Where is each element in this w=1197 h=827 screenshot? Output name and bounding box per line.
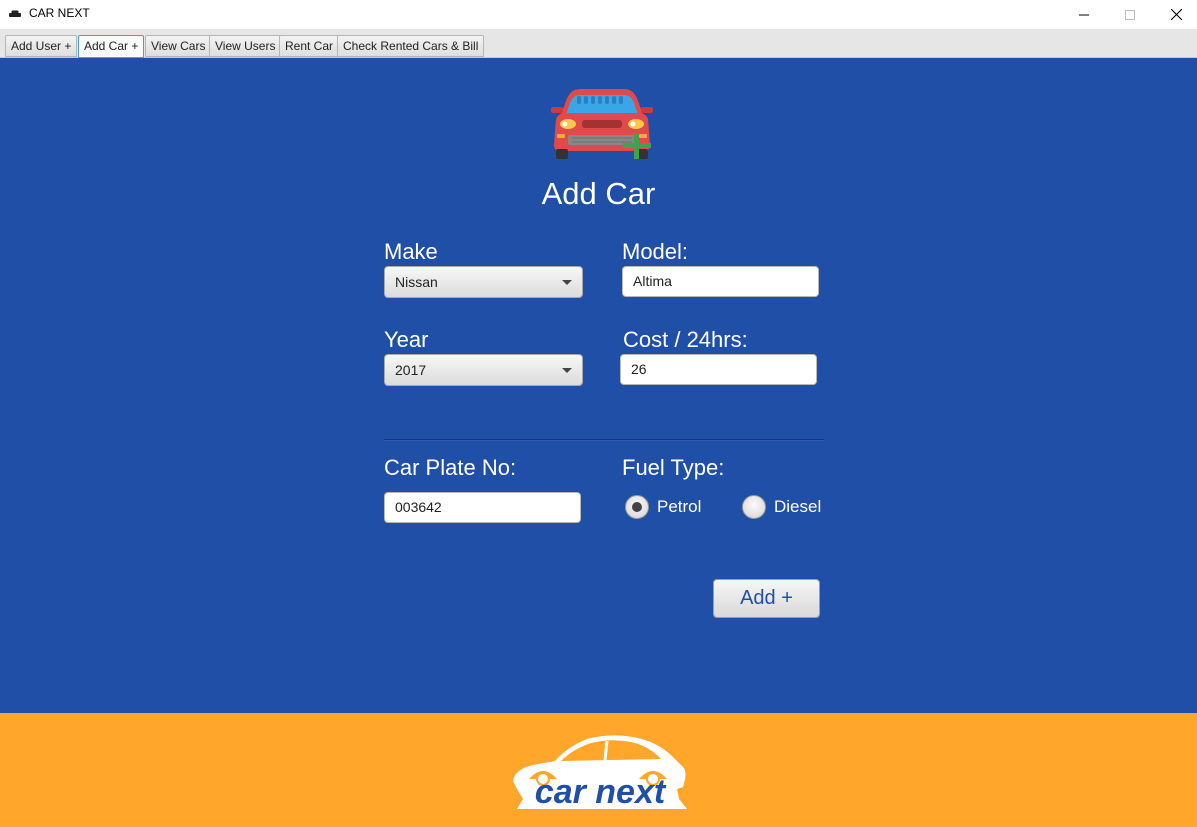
radio-selected-dot	[632, 502, 642, 512]
maximize-button[interactable]	[1107, 0, 1153, 29]
add-car-panel: Add Car Make Nissan Model: Altima Year 2…	[0, 58, 1197, 713]
chevron-down-icon	[562, 368, 572, 373]
diesel-label[interactable]: Diesel	[774, 497, 821, 517]
tab-check-rented-cars[interactable]: Check Rented Cars & Bill	[337, 35, 485, 57]
maximize-icon	[1125, 9, 1135, 20]
tab-add-user[interactable]: Add User +	[5, 35, 78, 57]
add-button[interactable]: Add +	[713, 579, 820, 618]
plate-field[interactable]: 003642	[384, 492, 581, 523]
make-value: Nissan	[395, 274, 438, 290]
tab-rent-car[interactable]: Rent Car	[279, 35, 340, 57]
tab-view-cars[interactable]: View Cars	[145, 35, 212, 57]
page-title: Add Car	[541, 176, 656, 211]
car-icon	[9, 10, 21, 17]
tab-strip: Add User + Add Car + View Cars View User…	[0, 29, 1197, 58]
fuel-type-label: Fuel Type:	[622, 455, 725, 480]
footer-banner: car next	[0, 713, 1197, 827]
cost-label: Cost / 24hrs:	[623, 327, 748, 352]
close-button[interactable]	[1153, 0, 1197, 29]
title-bar: CAR NEXT	[0, 0, 1197, 29]
cost-field[interactable]: 26	[620, 354, 817, 385]
year-dropdown[interactable]: 2017	[384, 354, 583, 386]
close-icon	[1170, 9, 1182, 20]
diesel-radio[interactable]	[742, 495, 766, 519]
petrol-radio[interactable]	[625, 495, 649, 519]
petrol-label[interactable]: Petrol	[657, 497, 701, 517]
model-label: Model:	[622, 239, 689, 264]
tab-view-users[interactable]: View Users	[209, 35, 282, 57]
window-title: CAR NEXT	[29, 6, 90, 20]
year-value: 2017	[395, 362, 427, 378]
make-dropdown[interactable]: Nissan	[384, 266, 583, 298]
make-label: Make	[384, 239, 438, 264]
year-label: Year	[384, 327, 429, 352]
minimize-button[interactable]	[1061, 0, 1107, 29]
tab-add-car[interactable]: Add Car +	[78, 35, 145, 58]
logo-text: car next	[535, 773, 667, 811]
model-field[interactable]: Altima	[622, 266, 819, 297]
section-divider	[384, 439, 824, 441]
plate-label: Car Plate No:	[384, 455, 517, 480]
minimize-icon	[1079, 14, 1089, 15]
add-car-icon	[551, 89, 653, 159]
chevron-down-icon	[562, 280, 572, 285]
car-next-logo: car next	[513, 735, 687, 811]
